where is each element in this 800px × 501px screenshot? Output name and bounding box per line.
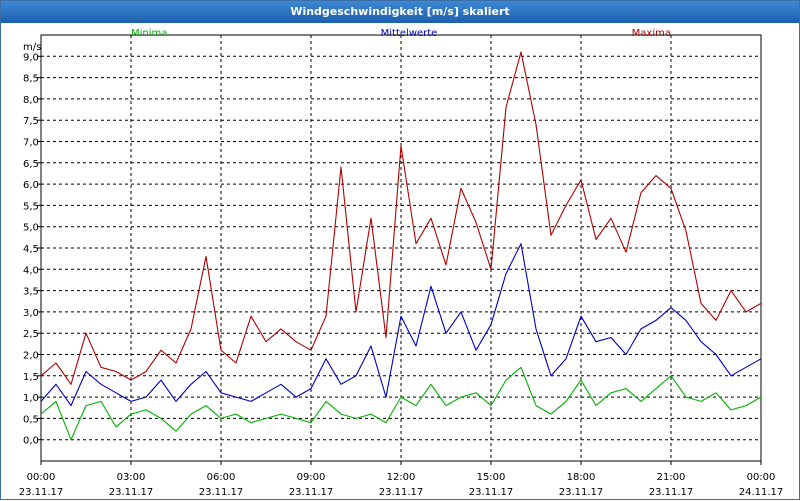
- y-tick-label: 7,5: [23, 116, 39, 127]
- x-tick-date: 23.11.17: [559, 487, 604, 498]
- y-tick-label: 6,5: [23, 159, 39, 170]
- x-tick-date: 24.11.17: [739, 487, 784, 498]
- y-tick-label: 2,5: [23, 329, 39, 340]
- y-tick-label: 7,0: [23, 138, 39, 149]
- y-tick-label: 8,5: [23, 74, 39, 85]
- y-tick-label: 4,5: [23, 244, 39, 255]
- y-tick-label: 1,0: [23, 393, 39, 404]
- x-tick-time: 03:00: [117, 472, 146, 483]
- y-tick-label: 2,0: [23, 351, 39, 362]
- legend-maxima: Maxima: [632, 28, 671, 39]
- y-tick-label: 5,0: [23, 223, 39, 234]
- y-tick-label: 0,5: [23, 414, 39, 425]
- y-tick-label: 0,0: [23, 436, 39, 447]
- x-tick-date: 23.11.17: [199, 487, 244, 498]
- x-tick-time: 00:00: [747, 472, 776, 483]
- y-axis: m/s 0,00,51,01,52,02,53,03,54,04,55,05,5…: [23, 42, 41, 447]
- x-tick-date: 23.11.17: [649, 487, 694, 498]
- x-tick-date: 23.11.17: [289, 487, 334, 498]
- wind-speed-chart: m/s 0,00,51,01,52,02,53,03,54,04,55,05,5…: [19, 28, 784, 498]
- legend-minima: Minima: [131, 28, 167, 39]
- x-tick-date: 23.11.17: [469, 487, 514, 498]
- x-tick-date: 23.11.17: [379, 487, 424, 498]
- x-tick-date: 23.11.17: [109, 487, 154, 498]
- x-tick-time: 15:00: [477, 472, 506, 483]
- x-tick-time: 18:00: [567, 472, 596, 483]
- y-tick-label: 1,5: [23, 372, 39, 383]
- y-tick-label: 3,0: [23, 308, 39, 319]
- x-tick-time: 12:00: [387, 472, 416, 483]
- x-axis: 00:00 23.11.17 03:00 23.11.17 06:00 23.11.17 0…: [19, 461, 784, 498]
- x-tick-time: 06:00: [207, 472, 236, 483]
- x-tick-time: 21:00: [657, 472, 686, 483]
- legend-mittelwerte: Mittelwerte: [381, 28, 438, 39]
- y-tick-label: 5,5: [23, 201, 39, 212]
- x-tick-date: 23.11.17: [19, 487, 64, 498]
- y-tick-label: 9,0: [23, 52, 39, 63]
- y-tick-label: 3,5: [23, 287, 39, 298]
- chart-window: Windgeschwindigkeit [m/s] skaliert m/s 0…: [0, 0, 800, 500]
- y-tick-label: 6,0: [23, 180, 39, 191]
- y-tick-label: 4,0: [23, 265, 39, 276]
- x-tick-time: 00:00: [27, 472, 56, 483]
- y-tick-label: 8,0: [23, 95, 39, 106]
- x-tick-time: 09:00: [297, 472, 326, 483]
